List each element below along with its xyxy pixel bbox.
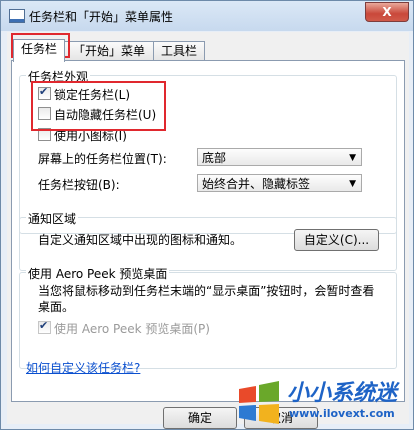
tab-label: 任务栏 xyxy=(20,42,57,56)
button-label: 确定 xyxy=(187,411,212,425)
aero-peek-description: 当您将鼠标移动到任务栏末端的“显示桌面”按钮时，会暂时查看桌面。 xyxy=(38,284,375,314)
customize-taskbar-help-link[interactable]: 如何自定义该任务栏? xyxy=(26,359,140,376)
taskbar-location-select[interactable]: 底部 ▼ xyxy=(197,148,362,166)
tab-label: 「开始」菜单 xyxy=(72,44,145,58)
customize-button[interactable]: 自定义(C)... xyxy=(294,229,379,251)
checkbox-box[interactable] xyxy=(38,319,51,334)
tab-label: 工具栏 xyxy=(160,44,197,58)
title-bar[interactable]: 任务栏和「开始」菜单属性 X xyxy=(1,1,413,31)
group-label: 通知区域 xyxy=(26,210,79,227)
taskbar-buttons-select[interactable]: 始终合并、隐藏标签 ▼ xyxy=(197,174,362,192)
dropdown-arrow-icon: ▼ xyxy=(349,179,356,189)
checkbox-highlight-box xyxy=(31,81,166,131)
taskbar-location-label: 屏幕上的任务栏位置(T): xyxy=(38,152,167,166)
site-watermark: 小小系统迷 www.ilovext.com xyxy=(223,375,413,429)
tab-toolbars[interactable]: 工具栏 xyxy=(153,41,205,60)
tab-start-menu[interactable]: 「开始」菜单 xyxy=(64,41,154,60)
taskbar-buttons-label: 任务栏按钮(B): xyxy=(38,178,120,192)
windows-logo-icon xyxy=(239,381,279,424)
watermark-url: www.ilovext.com xyxy=(289,407,395,420)
select-value: 始终合并、隐藏标签 xyxy=(202,177,311,191)
watermark-site-name: 小小系统迷 xyxy=(287,381,398,406)
select-value: 底部 xyxy=(202,151,227,165)
taskbar-window-icon xyxy=(9,9,25,23)
button-label: 自定义(C)... xyxy=(303,233,370,247)
dropdown-arrow-icon: ▼ xyxy=(349,153,356,163)
checkbox-label: 使用 Aero Peek 预览桌面(P) xyxy=(54,322,210,336)
close-icon: X xyxy=(382,5,392,19)
close-button[interactable]: X xyxy=(365,2,409,22)
properties-window: 任务栏和「开始」菜单属性 X 任务栏 「开始」菜单 工具栏 任务栏外观 锁定任务… xyxy=(0,0,414,430)
tab-taskbar[interactable]: 任务栏 xyxy=(13,39,65,62)
window-title: 任务栏和「开始」菜单属性 xyxy=(29,10,174,24)
notification-description: 自定义通知区域中出现的图标和通知。 xyxy=(38,233,243,247)
group-label: 使用 Aero Peek 预览桌面 xyxy=(26,265,170,282)
